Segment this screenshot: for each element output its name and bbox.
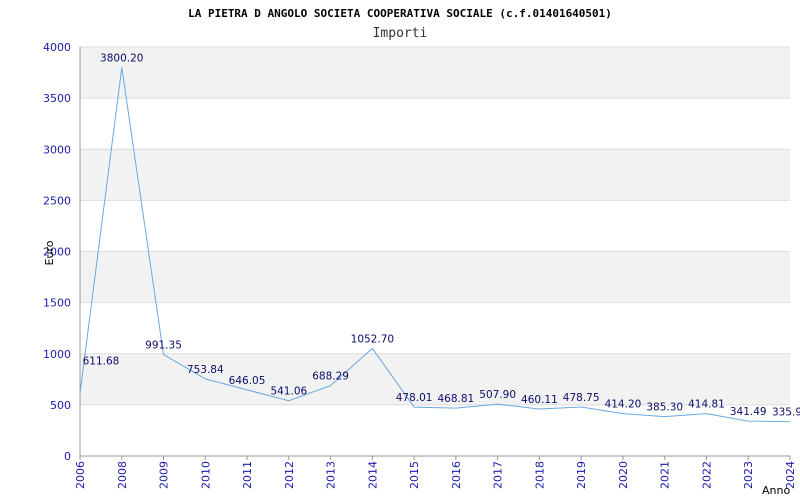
data-label: 611.68 <box>83 355 120 367</box>
x-tick-label: 2019 <box>575 461 588 489</box>
data-label: 1052.70 <box>351 333 394 345</box>
plot-band <box>80 251 790 303</box>
x-tick-label: 2023 <box>742 461 755 489</box>
y-tick-label: 1000 <box>43 348 71 361</box>
plot-band <box>80 47 790 99</box>
x-tick-label: 2015 <box>408 461 421 489</box>
data-label: 460.11 <box>521 394 558 406</box>
x-tick-label: 2008 <box>116 461 129 489</box>
y-tick-label: 2500 <box>43 194 71 207</box>
data-label: 541.06 <box>270 386 307 398</box>
x-tick-label: 2020 <box>617 461 630 489</box>
x-tick-label: 2021 <box>659 461 672 489</box>
x-tick-label: 2010 <box>199 461 212 489</box>
data-label: 991.35 <box>145 340 182 352</box>
y-tick-label: 1500 <box>43 297 71 310</box>
x-tick-label: 2011 <box>241 461 254 489</box>
y-tick-label: 3000 <box>43 143 71 156</box>
x-tick-label: 2022 <box>700 461 713 489</box>
x-tick-label: 2014 <box>366 461 379 489</box>
x-tick-label: 2006 <box>74 461 87 489</box>
data-label: 341.49 <box>730 406 767 418</box>
data-label: 385.30 <box>646 402 683 414</box>
plot-bands <box>80 47 790 405</box>
data-label: 414.81 <box>688 399 725 411</box>
x-axis-label: Anno <box>762 484 790 497</box>
x-axis-ticks: 2006 2008 2009 2010 2011 2012 2013 2014 2015 2016… <box>74 456 797 489</box>
x-tick-label: 2016 <box>450 461 463 489</box>
plot-band <box>80 353 790 405</box>
x-tick-label: 2017 <box>492 461 505 489</box>
data-label: 3800.20 <box>100 52 143 64</box>
data-label: 688.29 <box>312 371 349 383</box>
data-label: 507.90 <box>479 389 516 401</box>
data-label: 414.20 <box>605 399 642 411</box>
data-label: 753.84 <box>187 364 224 376</box>
line-chart: 05001000150020002500300035004000 2006 200… <box>43 7 800 497</box>
data-label: 478.75 <box>563 392 600 404</box>
y-axis-label: Euro <box>43 240 56 265</box>
x-tick-label: 2018 <box>533 461 546 489</box>
y-tick-label: 4000 <box>43 41 71 54</box>
x-tick-label: 2009 <box>158 461 171 489</box>
y-tick-label: 0 <box>64 450 71 463</box>
chart-title: LA PIETRA D ANGOLO SOCIETA COOPERATIVA S… <box>188 7 612 20</box>
data-label: 468.81 <box>438 393 475 405</box>
x-tick-label: 2013 <box>325 461 338 489</box>
data-label: 335.9 <box>772 407 800 419</box>
chart-subtitle: Importi <box>373 26 428 41</box>
plot-band <box>80 149 790 201</box>
data-label: 478.01 <box>396 392 433 404</box>
y-tick-label: 3500 <box>43 92 71 105</box>
y-tick-label: 500 <box>50 399 71 412</box>
x-tick-label: 2012 <box>283 461 296 489</box>
data-label: 646.05 <box>229 375 266 387</box>
